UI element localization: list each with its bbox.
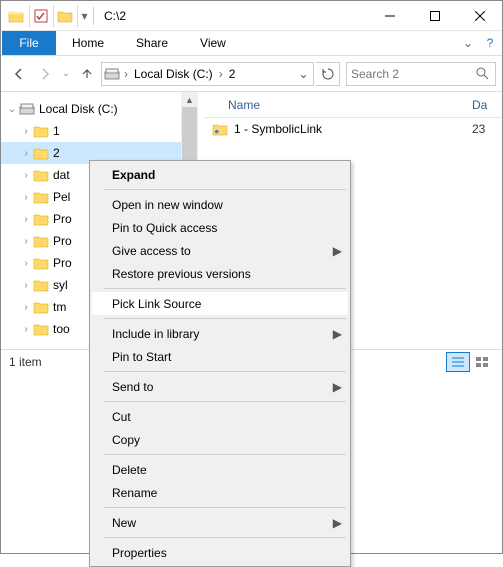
- folder-icon: [33, 278, 49, 292]
- list-item[interactable]: 1 - SymbolicLink 23: [204, 118, 502, 140]
- column-headers: Name Da: [204, 92, 502, 118]
- expand-icon[interactable]: ›: [19, 214, 33, 225]
- menu-give-access-to[interactable]: Give access to▶: [92, 239, 348, 262]
- item-count: 1 item: [9, 355, 42, 369]
- tree-label: dat: [49, 168, 70, 182]
- nav-bar: ⌄ › Local Disk (C:) › 2 ⌄ Search 2: [1, 56, 502, 92]
- close-button[interactable]: [457, 2, 502, 30]
- menu-pick-link-source[interactable]: Pick Link Source: [92, 292, 348, 315]
- folder-icon: [33, 256, 49, 270]
- view-tab[interactable]: View: [184, 31, 242, 55]
- tree-label: Pro: [49, 212, 72, 226]
- tree-root[interactable]: ⌄ Local Disk (C:): [1, 98, 198, 120]
- recent-locations-button[interactable]: ⌄: [59, 62, 73, 86]
- menu-cut[interactable]: Cut: [92, 405, 348, 428]
- address-bar[interactable]: › Local Disk (C:) › 2 ⌄: [101, 62, 314, 86]
- window-title: C:\2: [96, 9, 367, 23]
- minimize-button[interactable]: [367, 2, 412, 30]
- large-icons-view-button[interactable]: [470, 352, 494, 372]
- tree-label: 2: [49, 146, 60, 160]
- search-box[interactable]: Search 2: [346, 62, 496, 86]
- chevron-right-icon[interactable]: ›: [122, 67, 130, 81]
- breadcrumb-folder[interactable]: 2: [225, 63, 240, 85]
- tree-label: 1: [49, 124, 60, 138]
- menu-pin-quick-access[interactable]: Pin to Quick access: [92, 216, 348, 239]
- up-button[interactable]: [75, 62, 99, 86]
- title-bar: ▾ C:\2: [1, 1, 502, 31]
- expand-icon[interactable]: ›: [19, 192, 33, 203]
- menu-restore-previous[interactable]: Restore previous versions: [92, 262, 348, 285]
- qat-new-folder-icon[interactable]: [53, 5, 75, 27]
- chevron-right-icon: ▶: [333, 516, 342, 530]
- back-button[interactable]: [7, 62, 31, 86]
- refresh-button[interactable]: [316, 62, 340, 86]
- folder-icon: [33, 124, 49, 138]
- expand-icon[interactable]: ›: [19, 170, 33, 181]
- menu-pin-start[interactable]: Pin to Start: [92, 345, 348, 368]
- menu-include-library[interactable]: Include in library▶: [92, 322, 348, 345]
- expand-icon[interactable]: ›: [19, 126, 33, 137]
- chevron-right-icon: ▶: [333, 244, 342, 258]
- tree-item[interactable]: ›1: [1, 120, 198, 142]
- address-dropdown-icon[interactable]: ⌄: [293, 67, 313, 81]
- menu-rename[interactable]: Rename: [92, 481, 348, 504]
- menu-send-to[interactable]: Send to▶: [92, 375, 348, 398]
- tree-label: tm: [49, 300, 66, 314]
- tree-label: Pel: [49, 190, 70, 204]
- file-name: 1 - SymbolicLink: [228, 122, 472, 136]
- menu-new[interactable]: New▶: [92, 511, 348, 534]
- context-menu: Expand Open in new window Pin to Quick a…: [89, 160, 351, 567]
- folder-icon: [33, 190, 49, 204]
- search-placeholder: Search 2: [351, 67, 473, 81]
- symlink-folder-icon: [212, 122, 228, 136]
- menu-copy[interactable]: Copy: [92, 428, 348, 451]
- expand-icon[interactable]: ›: [19, 280, 33, 291]
- qat-properties-icon[interactable]: [29, 5, 51, 27]
- tree-label: too: [49, 322, 70, 336]
- column-date[interactable]: Da: [472, 98, 502, 112]
- file-tab[interactable]: File: [2, 31, 56, 55]
- menu-delete[interactable]: Delete: [92, 458, 348, 481]
- folder-icon: [33, 212, 49, 226]
- expand-icon[interactable]: ›: [19, 324, 33, 335]
- share-tab[interactable]: Share: [120, 31, 184, 55]
- chevron-right-icon[interactable]: ›: [217, 67, 225, 81]
- menu-properties[interactable]: Properties: [92, 541, 348, 564]
- tree-label: Pro: [49, 256, 72, 270]
- forward-button[interactable]: [33, 62, 57, 86]
- help-icon[interactable]: ?: [478, 36, 502, 50]
- tree-label: Local Disk (C:): [35, 102, 118, 116]
- expand-icon[interactable]: ›: [19, 302, 33, 313]
- chevron-right-icon: ▶: [333, 380, 342, 394]
- chevron-right-icon: ▶: [333, 327, 342, 341]
- qat-dropdown-icon[interactable]: ▾: [77, 5, 91, 27]
- search-icon[interactable]: [473, 67, 491, 80]
- menu-open-new-window[interactable]: Open in new window: [92, 193, 348, 216]
- maximize-button[interactable]: [412, 2, 457, 30]
- file-date: 23: [472, 122, 502, 136]
- folder-icon: [33, 146, 49, 160]
- folder-icon: [33, 300, 49, 314]
- tree-label: Pro: [49, 234, 72, 248]
- details-view-button[interactable]: [446, 352, 470, 372]
- expand-icon[interactable]: ›: [19, 236, 33, 247]
- expand-icon[interactable]: ›: [19, 258, 33, 269]
- expand-ribbon-icon[interactable]: ⌄: [458, 36, 478, 50]
- app-icon[interactable]: [5, 5, 27, 27]
- expand-icon[interactable]: ›: [19, 148, 33, 159]
- folder-icon: [33, 234, 49, 248]
- scroll-up-icon[interactable]: ▲: [181, 92, 198, 107]
- folder-icon: [33, 168, 49, 182]
- collapse-icon[interactable]: ⌄: [5, 104, 19, 115]
- tree-label: syl: [49, 278, 68, 292]
- menu-expand[interactable]: Expand: [92, 163, 348, 186]
- drive-icon: [19, 103, 35, 115]
- breadcrumb-root[interactable]: Local Disk (C:): [130, 63, 217, 85]
- folder-icon: [33, 322, 49, 336]
- drive-icon: [104, 68, 120, 80]
- quick-access-toolbar: ▾: [1, 5, 91, 27]
- column-name[interactable]: Name: [204, 98, 472, 112]
- ribbon: File Home Share View ⌄ ?: [1, 31, 502, 56]
- home-tab[interactable]: Home: [56, 31, 120, 55]
